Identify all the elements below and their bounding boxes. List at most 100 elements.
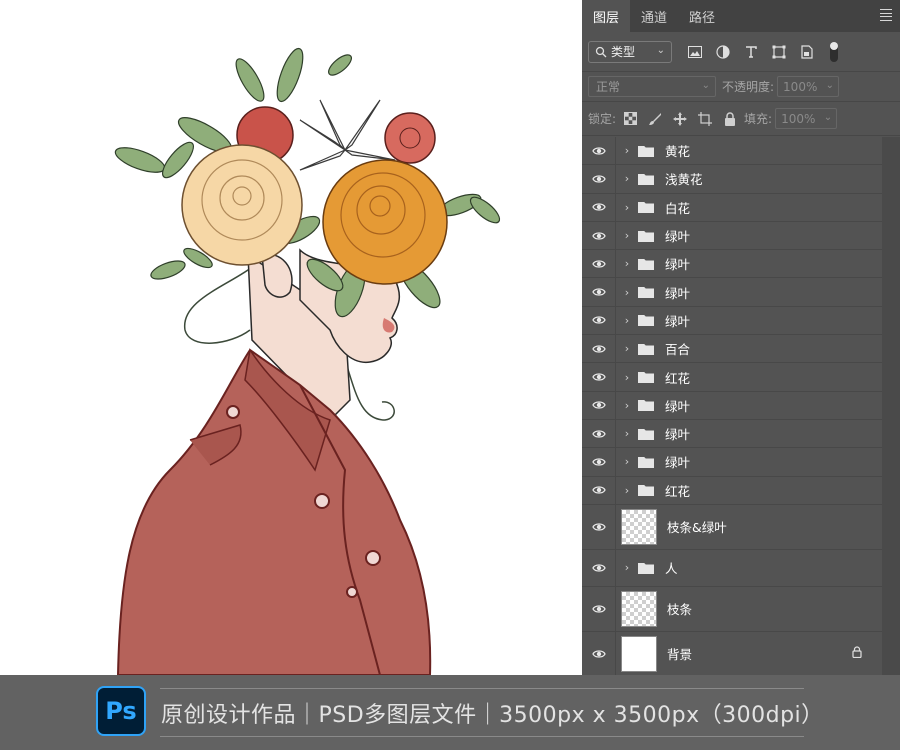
visibility-eye-icon[interactable] (582, 335, 616, 363)
filter-pixel-icon[interactable] (686, 43, 704, 61)
tab-paths[interactable]: 路径 (678, 0, 726, 32)
folder-icon (638, 371, 654, 384)
expand-arrow-icon[interactable]: › (620, 561, 634, 574)
layer-row[interactable]: › 人 (582, 549, 882, 587)
layer-name: 百合 (665, 342, 691, 358)
visibility-eye-icon[interactable] (582, 391, 616, 419)
photoshop-logo: Ps (96, 686, 146, 736)
layer-row[interactable]: 背景 (582, 631, 882, 677)
lock-move-icon[interactable] (672, 111, 688, 127)
lock-all-icon[interactable] (722, 111, 738, 127)
layer-row[interactable]: › 黄花 (582, 137, 882, 166)
layer-row[interactable]: › 红花 (582, 363, 882, 392)
expand-arrow-icon[interactable]: › (620, 314, 634, 327)
visibility-eye-icon[interactable] (582, 586, 616, 631)
expand-arrow-icon[interactable]: › (620, 257, 634, 270)
search-icon (595, 46, 607, 57)
expand-arrow-icon[interactable]: › (620, 144, 634, 157)
expand-arrow-icon[interactable]: › (620, 399, 634, 412)
opacity-field[interactable]: 100% ⌄ (777, 76, 840, 97)
opacity-value: 100% (783, 79, 818, 94)
layer-row[interactable]: › 百合 (582, 335, 882, 364)
expand-arrow-icon[interactable]: › (620, 455, 634, 468)
tab-channels[interactable]: 通道 (630, 0, 678, 32)
layer-row[interactable]: 枝条 (582, 586, 882, 632)
footer-caption: 原创设计作品｜PSD多图层文件｜3500px x 3500px（300dpi） (161, 703, 824, 728)
visibility-eye-icon[interactable] (582, 193, 616, 221)
folder-icon (638, 230, 654, 242)
expand-arrow-icon[interactable]: › (620, 286, 634, 299)
layers-scrollbar[interactable] (882, 137, 900, 675)
opacity-label: 不透明度: (722, 80, 775, 94)
layer-filter-row: 类型 ⌄ (582, 32, 900, 72)
layer-row[interactable]: › 红花 (582, 476, 882, 505)
filter-smart-object-icon[interactable] (798, 43, 816, 61)
expand-arrow-icon[interactable]: › (620, 371, 634, 384)
layer-name: 背景 (667, 647, 693, 663)
layer-name: 红花 (665, 370, 691, 386)
visibility-eye-icon[interactable] (582, 363, 616, 391)
visibility-eye-icon[interactable] (582, 278, 616, 306)
layer-name: 绿叶 (665, 398, 691, 414)
fill-field[interactable]: 100% ⌄ (775, 108, 838, 129)
layer-row[interactable]: › 绿叶 (582, 391, 882, 420)
document-canvas[interactable] (0, 0, 582, 675)
lock-row: 锁定: 填充: 100% ⌄ (582, 102, 900, 136)
layer-row[interactable]: › 浅黄花 (582, 165, 882, 194)
expand-arrow-icon[interactable]: › (620, 172, 634, 185)
folder-icon (638, 201, 654, 214)
tab-layers[interactable]: 图层 (582, 0, 631, 32)
layer-filter-select[interactable]: 类型 ⌄ (588, 40, 672, 63)
visibility-eye-icon[interactable] (582, 549, 616, 586)
lock-transparent-icon[interactable] (622, 111, 638, 127)
filter-toggle[interactable] (830, 41, 838, 62)
layers-panel: 图层 通道 路径 类型 ⌄ 正常 ⌄ 不透明度: 100% ⌄ 锁定: 填充: … (582, 0, 900, 677)
folder-icon (638, 145, 654, 157)
chevron-down-icon: ⌄ (656, 44, 665, 56)
visibility-eye-icon[interactable] (582, 504, 616, 549)
layer-name: 绿叶 (665, 427, 691, 443)
panel-menu-icon[interactable] (880, 9, 892, 21)
layer-name: 绿叶 (665, 285, 691, 301)
layer-row[interactable]: › 绿叶 (582, 250, 882, 279)
blend-row: 正常 ⌄ 不透明度: 100% ⌄ (582, 72, 900, 102)
panel-tab-bar: 图层 通道 路径 (582, 0, 900, 32)
filter-adjustment-icon[interactable] (714, 43, 732, 61)
visibility-eye-icon[interactable] (582, 476, 616, 504)
expand-arrow-icon[interactable]: › (620, 229, 634, 242)
layer-filter-label: 类型 (611, 45, 636, 59)
visibility-eye-icon[interactable] (582, 221, 616, 250)
filter-type-icon[interactable] (742, 43, 760, 61)
layer-lock-icon (852, 646, 862, 661)
layer-row[interactable]: › 绿叶 (582, 448, 882, 477)
expand-arrow-icon[interactable]: › (620, 201, 634, 214)
layer-name: 绿叶 (665, 313, 691, 329)
layer-row[interactable]: › 绿叶 (582, 278, 882, 307)
layer-name: 白花 (665, 200, 691, 216)
lock-brush-icon[interactable] (647, 111, 663, 127)
layer-row[interactable]: 枝条&绿叶 (582, 504, 882, 550)
filter-shape-icon[interactable] (770, 43, 788, 61)
visibility-eye-icon[interactable] (582, 165, 616, 193)
visibility-eye-icon[interactable] (582, 306, 616, 335)
folder-icon (638, 428, 654, 440)
visibility-eye-icon[interactable] (582, 250, 616, 278)
blend-mode-select[interactable]: 正常 ⌄ (588, 76, 716, 97)
blend-mode-value: 正常 (596, 80, 621, 94)
layer-row[interactable]: › 绿叶 (582, 221, 882, 251)
layer-thumbnail (621, 508, 657, 545)
layer-name: 绿叶 (665, 455, 691, 471)
visibility-eye-icon[interactable] (582, 419, 616, 448)
visibility-eye-icon[interactable] (582, 448, 616, 476)
expand-arrow-icon[interactable]: › (620, 427, 634, 440)
footer-divider-top (160, 688, 804, 689)
expand-arrow-icon[interactable]: › (620, 484, 634, 497)
expand-arrow-icon[interactable]: › (620, 342, 634, 355)
lock-artboard-icon[interactable] (697, 111, 713, 127)
visibility-eye-icon[interactable] (582, 137, 616, 165)
layer-row[interactable]: › 白花 (582, 193, 882, 222)
layers-list: › 黄花 › 浅黄花 › 白花 › 绿叶 › 绿叶 › 绿叶 › 绿叶 › 百合 › 红花 › 绿叶 › 绿叶 › 绿叶 › 红花… (582, 137, 882, 677)
layer-row[interactable]: › 绿叶 (582, 306, 882, 336)
layer-row[interactable]: › 绿叶 (582, 419, 882, 449)
visibility-eye-icon[interactable] (582, 631, 616, 676)
